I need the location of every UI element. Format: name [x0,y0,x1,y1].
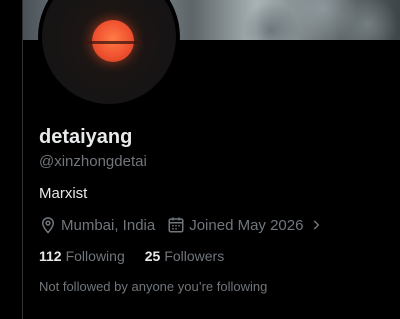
calendar-icon [167,216,185,234]
followed-by-note: Not followed by anyone you’re following [39,279,268,294]
user-handle: @xinzhongdetai [39,153,147,170]
avatar-sun-band [84,41,142,44]
avatar-image [42,0,176,104]
following-label: Following [65,248,125,264]
follow-stats: 112 Following 25 Followers [39,248,224,264]
location-pin-icon [39,216,57,234]
following-link[interactable]: 112 Following [39,248,125,264]
display-name: detaiyang [39,126,133,148]
followers-link[interactable]: 25 Followers [145,248,224,264]
location-text: Mumbai, India [61,216,156,234]
profile-avatar[interactable] [38,0,180,108]
chevron-right-icon [309,218,323,232]
profile-meta: Mumbai, India Joined May 2026 [39,216,323,234]
profile-bio: Marxist [39,185,88,202]
joined-text: Joined May 2026 [189,216,304,234]
joined-item[interactable]: Joined May 2026 [167,216,323,234]
column-divider [22,0,23,319]
followers-label: Followers [164,248,225,264]
following-count: 112 [39,248,62,264]
location-item: Mumbai, India [39,216,155,234]
followers-count: 25 [144,248,161,264]
